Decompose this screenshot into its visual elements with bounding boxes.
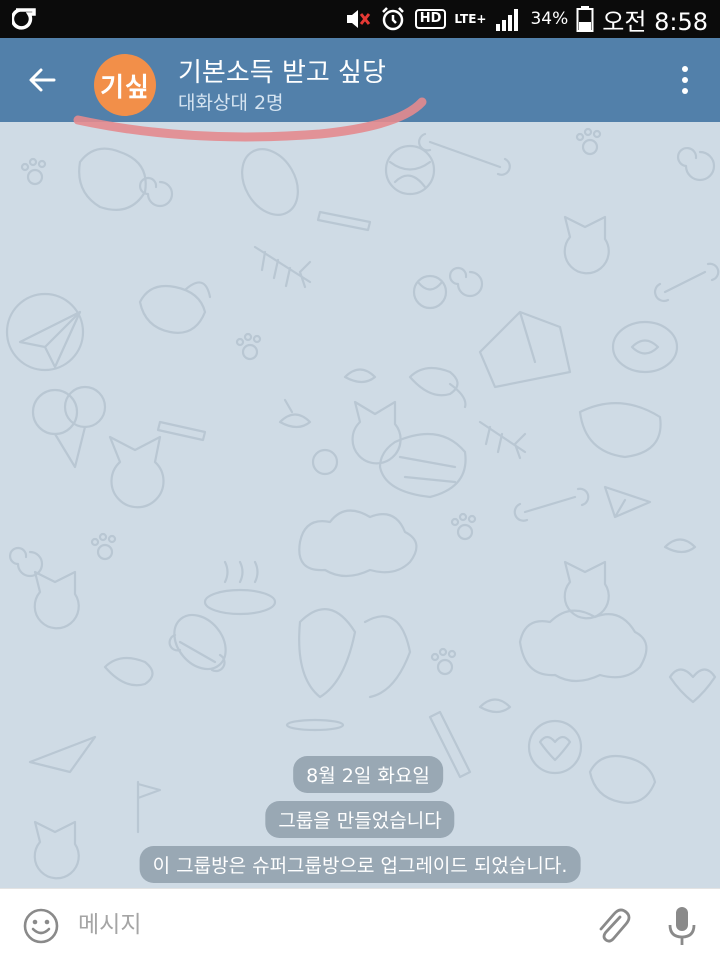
date-separator: 8월 2일 화요일 — [293, 756, 443, 793]
group-avatar[interactable]: 기싶 — [94, 54, 156, 116]
dot-icon — [682, 66, 688, 72]
chat-header: 기싶 기본소득 받고 싶당 대화상대 2명 — [0, 38, 720, 122]
battery-percent: 34% — [530, 9, 569, 29]
dot-icon — [682, 77, 688, 83]
arrow-left-icon — [29, 68, 56, 92]
status-bar: HD LTE+ 34% 오전 8:58 — [0, 0, 720, 38]
chat-area[interactable]: 8월 2일 화요일 그룹을 만들었습니다 이 그룹방은 슈퍼그룹방으로 업그레이… — [0, 122, 720, 888]
more-options-button[interactable] — [670, 60, 700, 100]
hd-voice-icon: HD — [414, 9, 447, 29]
member-count: 대화상대 2명 — [178, 92, 284, 114]
microphone-icon[interactable] — [664, 905, 700, 947]
message-input[interactable] — [78, 905, 558, 945]
clock: 오전 8:58 — [602, 7, 708, 36]
service-message-supergroup-upgrade: 이 그룹방은 슈퍼그룹방으로 업그레이드 되었습니다. — [139, 846, 581, 883]
message-composer — [0, 888, 720, 960]
dot-icon — [682, 88, 688, 94]
signal-icon — [496, 9, 519, 31]
mute-icon — [346, 10, 370, 28]
paperclip-icon[interactable] — [592, 905, 632, 945]
back-button[interactable] — [18, 56, 66, 104]
lte-icon: LTE+ — [454, 12, 487, 26]
chat-title[interactable]: 기본소득 받고 싶당 — [178, 52, 386, 89]
app-logo-icon — [12, 8, 36, 30]
emoji-icon[interactable] — [22, 907, 60, 945]
alarm-icon — [381, 7, 404, 31]
battery-icon — [576, 6, 594, 32]
service-message-group-created: 그룹을 만들었습니다 — [265, 801, 455, 838]
